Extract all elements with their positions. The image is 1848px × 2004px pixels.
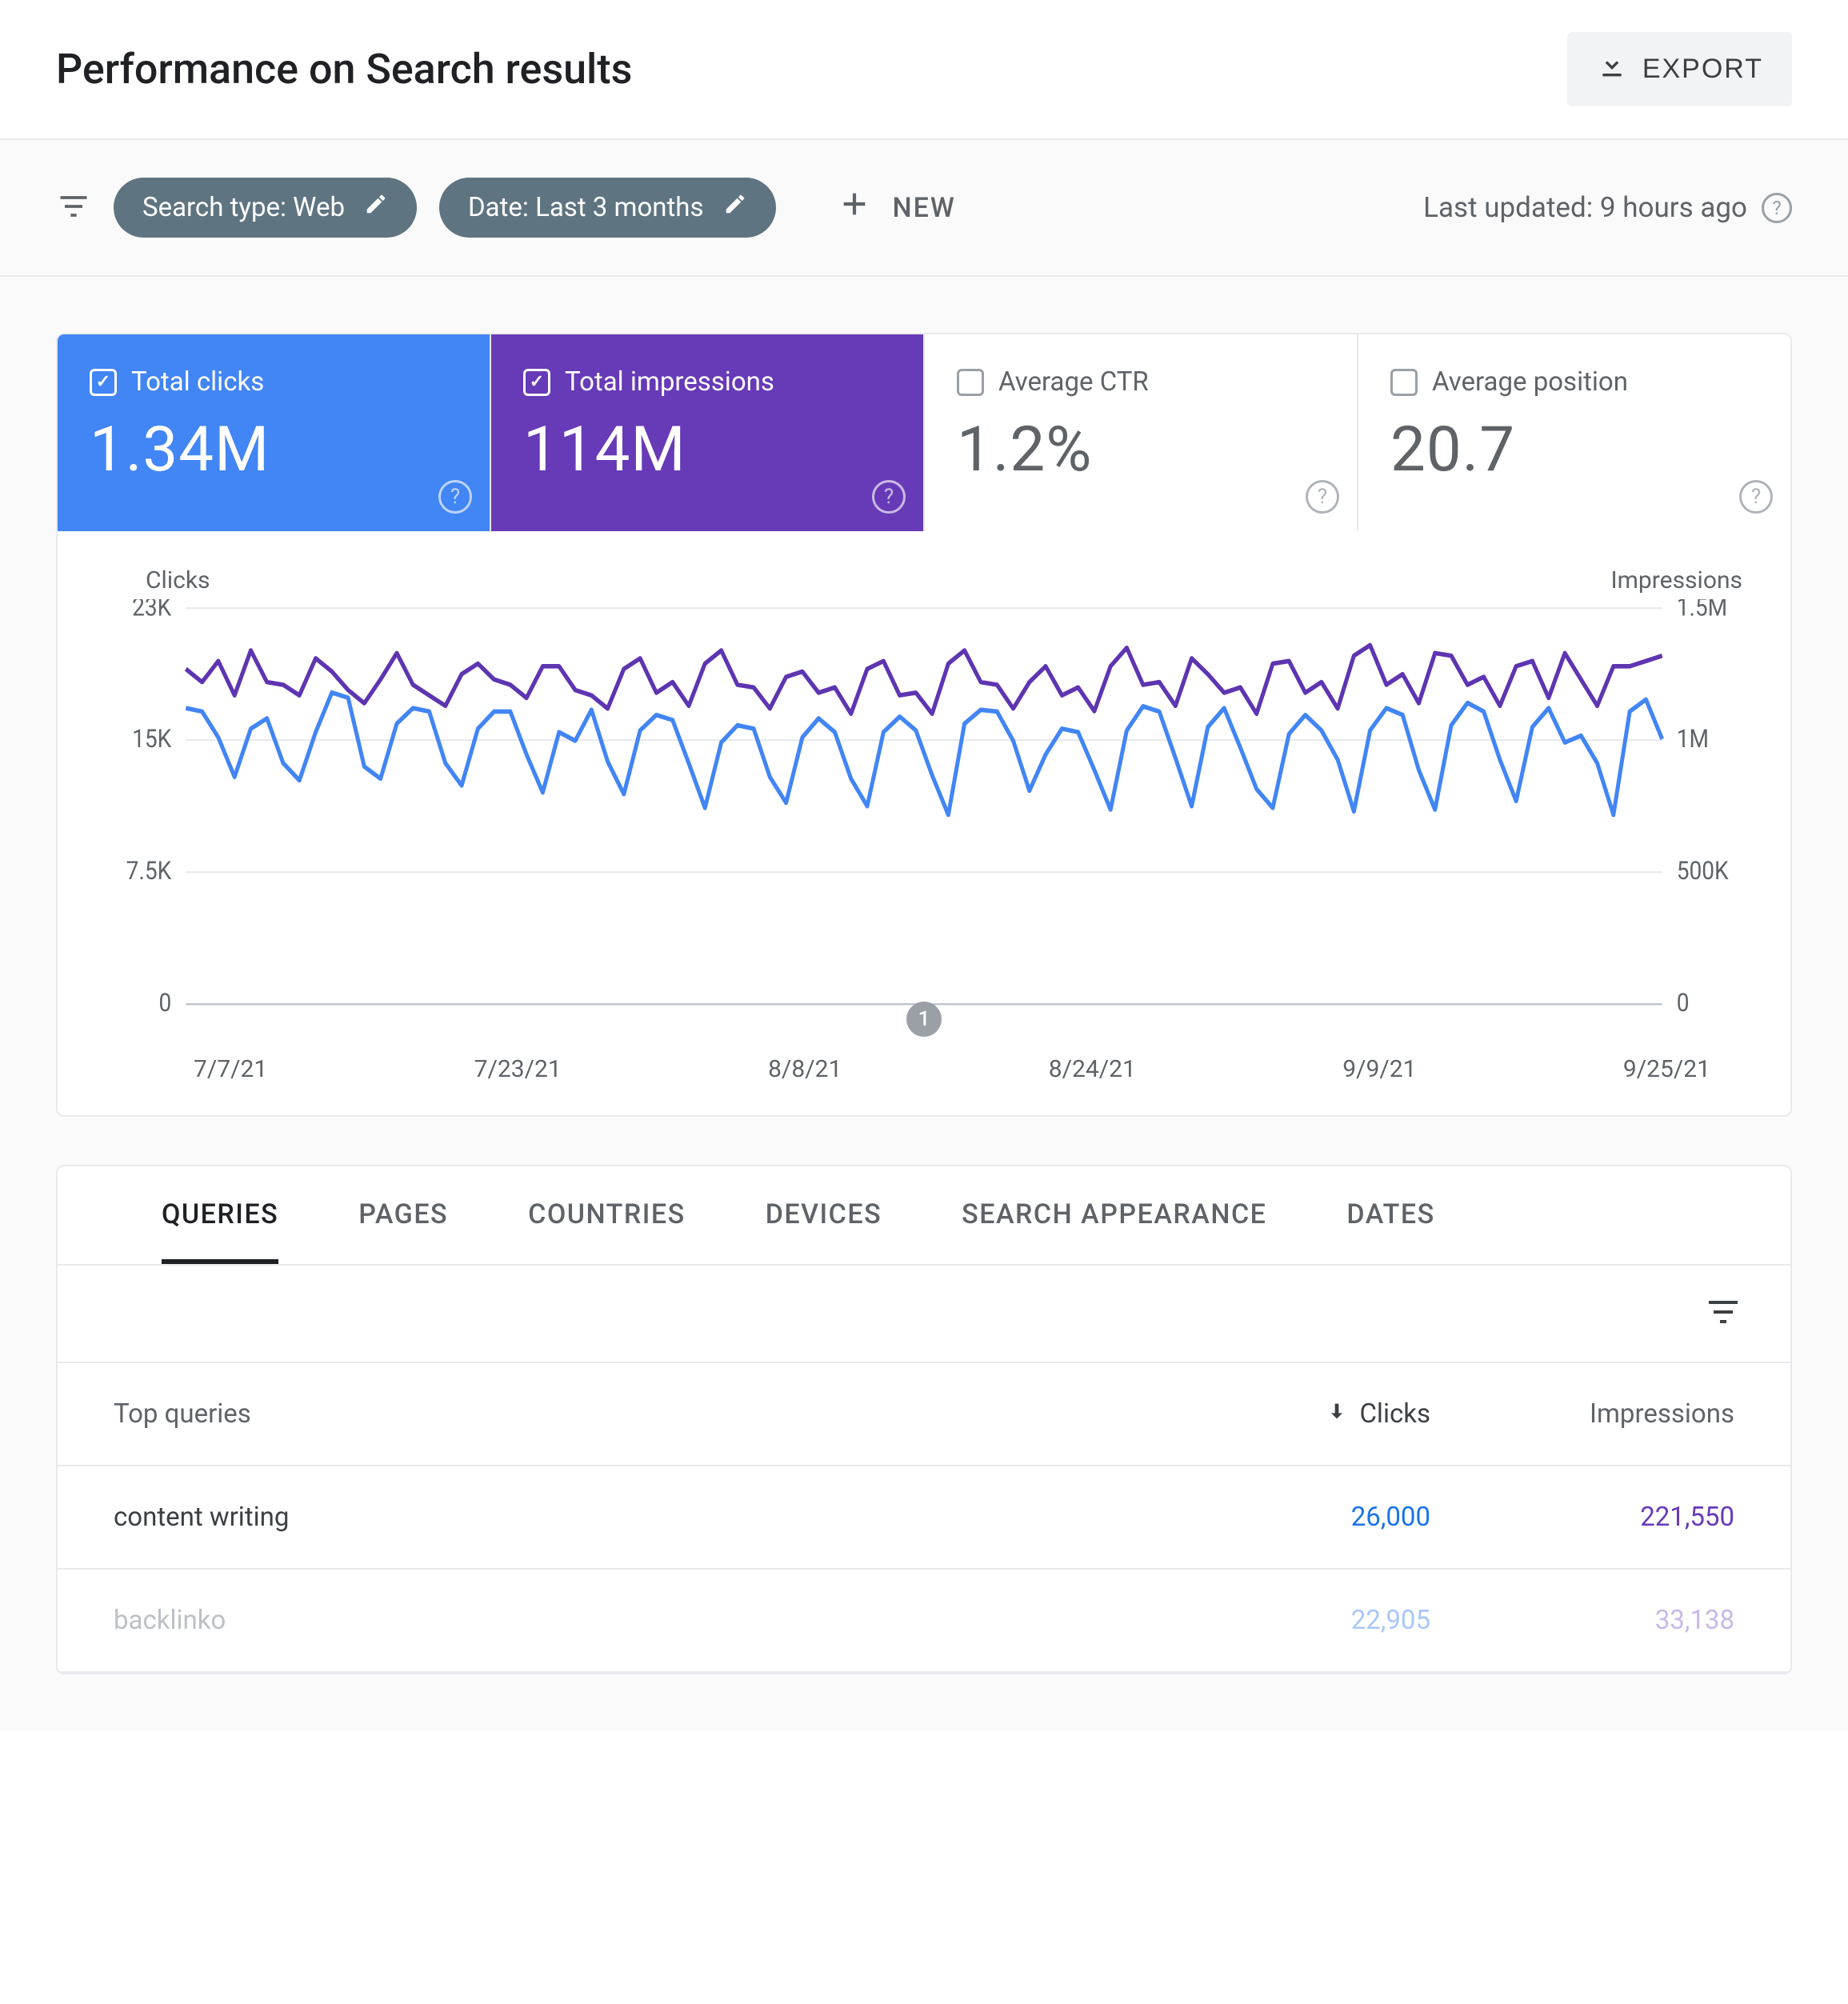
metric-label: Total impressions [565,366,774,398]
filter-bar: Search type: Web Date: Last 3 months NEW… [0,140,1848,277]
dimensions-card: QUERIES PAGES COUNTRIES DEVICES SEARCH APPEA… [56,1165,1792,1674]
x-tick: 8/8/21 [768,1055,842,1083]
table-body: content writing26,000221,550backlinko22,… [58,1466,1790,1673]
download-icon [1596,50,1628,89]
td-clicks: 26,000 [1126,1502,1430,1533]
x-tick: 9/25/21 [1623,1055,1710,1083]
metric-total-impressions[interactable]: Total impressions 114M ? [491,334,925,531]
pencil-icon [723,192,747,223]
td-clicks: 22,905 [1126,1605,1430,1636]
metric-value: 1.34M [90,414,458,486]
metric-label: Average CTR [998,366,1149,398]
tab-search-appearance[interactable]: SEARCH APPEARANCE [962,1198,1266,1264]
table-row[interactable]: content writing26,000221,550 [58,1466,1790,1570]
x-tick: 7/23/21 [474,1055,562,1083]
tab-queries[interactable]: QUERIES [162,1198,278,1264]
metric-total-clicks[interactable]: Total clicks 1.34M ? [58,334,491,531]
last-updated: Last updated: 9 hours ago ? [1423,191,1792,224]
table-filter-icon[interactable] [1704,1293,1742,1334]
svg-text:15K: 15K [132,725,171,754]
performance-card: Total clicks 1.34M ? Total impressions 1… [56,333,1792,1117]
svg-text:1.5M: 1.5M [1677,599,1727,622]
td-impressions: 33,138 [1430,1605,1734,1636]
svg-text:23K: 23K [132,599,171,622]
td-query: backlinko [114,1605,1126,1636]
plus-icon [838,188,870,227]
x-tick: 7/7/21 [194,1055,267,1083]
svg-text:7.5K: 7.5K [126,857,172,886]
dimension-tabs: QUERIES PAGES COUNTRIES DEVICES SEARCH APPEA… [58,1166,1790,1266]
th-clicks-label: Clicks [1359,1398,1430,1430]
metric-value: 114M [523,414,891,486]
chip-search-type[interactable]: Search type: Web [114,178,417,238]
chip-search-type-label: Search type: Web [142,192,345,223]
chart-area: Clicks Impressions 23K 1.5M 15K 1M 7.5K 500K 0… [58,531,1790,1115]
chip-date-range[interactable]: Date: Last 3 months [439,178,776,238]
metrics-row: Total clicks 1.34M ? Total impressions 1… [58,334,1790,531]
sort-desc-icon [1326,1398,1348,1430]
chip-date-label: Date: Last 3 months [468,192,704,223]
x-tick: 9/9/21 [1342,1055,1416,1083]
tab-devices[interactable]: DEVICES [766,1198,882,1264]
export-label: EXPORT [1642,54,1763,85]
metric-average-position[interactable]: Average position 20.7 ? [1358,334,1790,531]
help-icon[interactable]: ? [1739,480,1773,514]
page-header: Performance on Search results EXPORT [0,0,1848,140]
th-clicks[interactable]: Clicks [1126,1398,1430,1430]
help-icon[interactable]: ? [872,480,906,514]
metric-label: Total clicks [131,366,264,398]
checkbox-icon [957,369,984,396]
metric-value: 20.7 [1390,414,1758,486]
export-button[interactable]: EXPORT [1567,32,1792,106]
help-icon[interactable]: ? [1762,193,1792,223]
svg-text:0: 0 [158,989,171,1018]
td-impressions: 221,550 [1430,1502,1734,1533]
filter-icon[interactable] [56,189,91,227]
checkbox-icon [523,369,550,396]
tab-pages[interactable]: PAGES [358,1198,448,1264]
table-toolbar [58,1266,1790,1363]
add-filter-button[interactable]: NEW [814,172,980,243]
metric-average-ctr[interactable]: Average CTR 1.2% ? [925,334,1358,531]
page-title: Performance on Search results [56,45,632,94]
metric-value: 1.2% [957,414,1325,486]
help-icon[interactable]: ? [438,480,472,514]
help-icon[interactable]: ? [1306,480,1339,514]
svg-text:1M: 1M [1677,725,1709,754]
th-query: Top queries [114,1398,1126,1430]
checkbox-icon [90,369,117,396]
table-header: Top queries Clicks Impressions [58,1363,1790,1466]
td-query: content writing [114,1502,1126,1533]
table-row[interactable]: backlinko22,90533,138 [58,1570,1790,1673]
th-impressions[interactable]: Impressions [1430,1398,1734,1430]
pencil-icon [364,192,388,223]
tab-dates[interactable]: DATES [1346,1198,1434,1264]
metric-label: Average position [1432,366,1628,398]
add-filter-label: NEW [893,192,956,224]
last-updated-text: Last updated: 9 hours ago [1423,191,1747,224]
right-axis-title: Impressions [1610,566,1742,594]
svg-text:0: 0 [1677,989,1690,1018]
checkbox-icon [1390,369,1418,396]
left-axis-title: Clicks [146,566,210,594]
tab-countries[interactable]: COUNTRIES [528,1198,686,1264]
svg-text:500K: 500K [1677,857,1729,886]
x-tick: 8/24/21 [1049,1055,1136,1083]
chart-annotation-marker[interactable]: 1 [906,1002,942,1037]
x-axis-ticks: 7/7/21 7/23/21 8/8/21 8/24/21 9/9/21 9/25/21 [98,1031,1750,1083]
performance-chart: 23K 1.5M 15K 1M 7.5K 500K 0 0 [98,599,1750,1031]
